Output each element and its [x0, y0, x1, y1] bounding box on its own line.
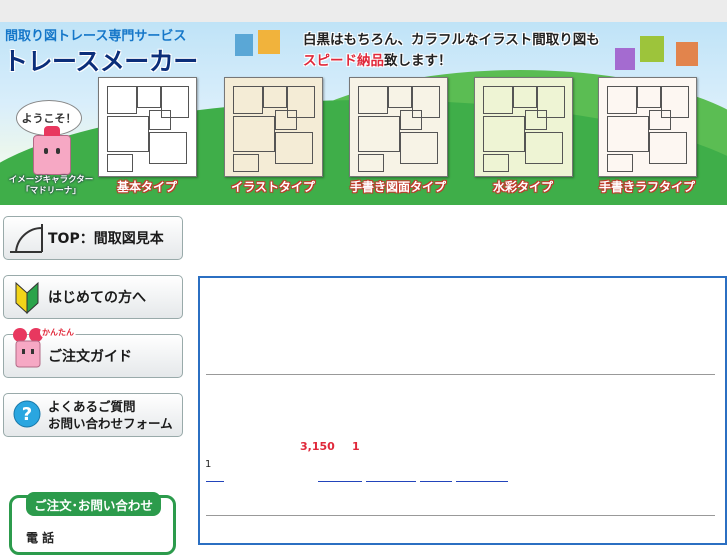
plan-type-label[interactable]: 手書きラフタイプ: [592, 178, 702, 195]
floor-plan-sample[interactable]: [98, 77, 197, 177]
contact-box: ご注文･お問い合わせ 電 話: [9, 492, 176, 555]
plan-type-label[interactable]: 水彩タイプ: [468, 178, 578, 195]
text-link[interactable]: [456, 481, 508, 482]
divider: [206, 515, 715, 516]
nav-label: TOP：間取図見本: [48, 231, 164, 247]
tagline-rest: 致します！: [384, 53, 452, 69]
nav-label-contact-form: お問い合わせフォーム: [48, 416, 173, 431]
nav-order-guide[interactable]: かんたん ご注文ガイド: [3, 327, 183, 378]
text-link[interactable]: [366, 481, 416, 482]
character-caption-line1: イメージキャラクター: [8, 175, 94, 185]
nav-label-faq: よくあるご質問: [48, 399, 136, 414]
nav-label: はじめての方へ: [48, 290, 146, 306]
question-mark-icon: ?: [13, 400, 41, 428]
browser-top-strip: [0, 0, 727, 23]
character-caption: イメージキャラクター 「マドリーナ」: [6, 175, 96, 197]
floor-plan-sample[interactable]: [474, 77, 573, 177]
tagline-second: スピード納品致します！: [303, 49, 452, 69]
nav-label: ご注文ガイド: [48, 349, 132, 365]
text-link[interactable]: [420, 481, 452, 482]
nav-top-samples[interactable]: TOP：間取図見本: [3, 216, 183, 260]
nav-label: よくあるご質問 お問い合わせフォーム: [48, 398, 173, 432]
main-content-panel: 3,150 1 1: [198, 276, 727, 545]
madorina-mascot-icon: [33, 126, 71, 175]
text-link[interactable]: [318, 481, 362, 482]
nav-faq-contact[interactable]: ? よくあるご質問 お問い合わせフォーム: [3, 393, 183, 437]
divider: [206, 374, 715, 375]
quantity-value: 1: [352, 440, 360, 453]
price-value: 3,150: [300, 440, 335, 453]
character-caption-line2: 「マドリーナ」: [21, 186, 81, 196]
svg-text:?: ?: [22, 404, 32, 425]
site-header-banner: 間取り図トレース専門サービス トレースメーカー 白黒はもちろん、カラフルなイラス…: [0, 22, 727, 205]
nav-beginners[interactable]: はじめての方へ: [3, 275, 183, 319]
plan-type-label[interactable]: 基本タイプ: [92, 178, 202, 195]
contact-heading: ご注文･お問い合わせ: [26, 492, 161, 516]
tagline: 白黒はもちろん、カラフルなイラスト間取り図も: [303, 32, 600, 48]
floor-plan-sample[interactable]: [349, 77, 448, 177]
door-plan-icon: [10, 224, 43, 253]
plan-type-label[interactable]: イラストタイプ: [218, 178, 328, 195]
tagline-highlight: スピード納品: [303, 53, 384, 69]
floor-plan-sample[interactable]: [224, 77, 323, 177]
floor-plan-sample[interactable]: [598, 77, 697, 177]
beginner-mark-icon: [15, 281, 39, 315]
plan-type-label[interactable]: 手書き図面タイプ: [343, 178, 453, 195]
text-link[interactable]: [206, 481, 224, 482]
note-number: 1: [205, 459, 212, 470]
phone-label: 電 話: [26, 531, 55, 545]
site-logo-title[interactable]: トレースメーカー: [3, 42, 198, 78]
